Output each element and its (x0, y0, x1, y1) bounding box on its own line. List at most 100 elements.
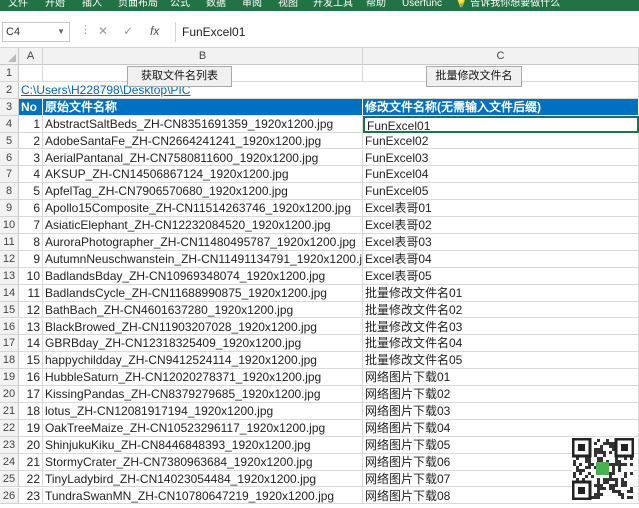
ribbon-tab[interactable]: Userfunc (402, 0, 442, 11)
row-header[interactable]: 8 (0, 183, 19, 201)
row-header[interactable]: 3 (0, 98, 19, 116)
row-header[interactable]: 19 (0, 369, 19, 387)
original-name-cell[interactable]: StormyCrater_ZH-CN7380963684_1920x1200.j… (43, 453, 363, 471)
row-number-cell[interactable]: 11 (19, 284, 43, 302)
row-header[interactable]: 2 (0, 81, 19, 99)
row-header[interactable]: 13 (0, 267, 19, 285)
original-name-cell[interactable]: ShinjukuKiku_ZH-CN8446848393_1920x1200.j… (43, 436, 363, 454)
original-name-cell[interactable]: AutumnNeuschwanstein_ZH-CN11491134791_19… (43, 250, 363, 268)
row-header[interactable]: 12 (0, 250, 19, 268)
row-header[interactable]: 15 (0, 301, 19, 319)
column-header-c[interactable]: C (363, 48, 639, 65)
row-number-cell[interactable]: 21 (19, 453, 43, 471)
formula-input[interactable]: FunExcel01 (175, 22, 637, 42)
new-name-cell[interactable]: Excel表哥02 (363, 217, 639, 234)
row-number-cell[interactable]: 22 (19, 470, 43, 488)
new-name-cell[interactable]: 网络图片下载01 (363, 369, 639, 387)
row-header[interactable]: 26 (0, 487, 19, 505)
new-name-cell[interactable]: 批量修改文件名02 (363, 301, 639, 319)
row-header[interactable]: 17 (0, 335, 19, 353)
new-name-cell[interactable]: FunExcel04 (363, 166, 639, 184)
new-name-cell[interactable]: Excel表哥04 (363, 250, 639, 268)
chevron-down-icon[interactable]: ▼ (57, 23, 65, 41)
row-number-cell[interactable]: 3 (19, 149, 43, 167)
row-number-cell[interactable]: 9 (19, 250, 43, 268)
row-number-cell[interactable]: 7 (19, 217, 43, 234)
row-number-cell[interactable]: 10 (19, 267, 43, 285)
new-name-cell[interactable]: Excel表哥01 (363, 200, 639, 218)
original-name-cell[interactable]: TundraSwanMN_ZH-CN10780647219_1920x1200.… (43, 487, 363, 505)
new-name-cell[interactable]: FunExcel02 (363, 132, 639, 150)
insert-function-icon[interactable]: fx (150, 24, 159, 38)
row-number-cell[interactable]: 16 (19, 369, 43, 387)
batch-rename-button[interactable]: 批量修改文件名 (426, 66, 522, 87)
new-name-cell[interactable]: 网络图片下载03 (363, 403, 639, 420)
original-name-cell[interactable]: AbstractSaltBeds_ZH-CN8351691359_1920x12… (43, 115, 363, 133)
original-name-cell[interactable]: Apollo15Composite_ZH-CN11514263746_1920x… (43, 200, 363, 218)
row-header[interactable]: 14 (0, 284, 19, 302)
tell-me-search[interactable]: 💡 告诉我你想要做什么 (455, 0, 560, 11)
row-header[interactable]: 7 (0, 166, 19, 184)
row-number-cell[interactable]: 8 (19, 234, 43, 251)
get-file-list-button[interactable]: 获取文件名列表 (127, 66, 232, 87)
original-name-cell[interactable]: happychildday_ZH-CN9412524114_1920x1200.… (43, 352, 363, 370)
row-header[interactable]: 16 (0, 318, 19, 336)
new-name-cell[interactable]: Excel表哥03 (363, 234, 639, 251)
row-number-cell[interactable]: 12 (19, 301, 43, 319)
row-number-cell[interactable]: 18 (19, 403, 43, 420)
row-number-cell[interactable]: 17 (19, 386, 43, 403)
row-header[interactable]: 22 (0, 419, 19, 437)
original-name-cell[interactable]: TinyLadybird_ZH-CN14023054484_1920x1200.… (43, 470, 363, 488)
row-number-cell[interactable]: 20 (19, 436, 43, 454)
row-number-cell[interactable]: 15 (19, 352, 43, 370)
ribbon-tab[interactable]: 页面布局 (118, 0, 158, 11)
original-name-cell[interactable]: AerialPantanal_ZH-CN7580811600_1920x1200… (43, 149, 363, 167)
row-number-cell[interactable]: 2 (19, 132, 43, 150)
new-name-cell[interactable]: 批量修改文件名01 (363, 284, 639, 302)
original-name-cell[interactable]: ApfelTag_ZH-CN7906570680_1920x1200.jpg (43, 183, 363, 201)
original-name-cell[interactable]: AuroraPhotographer_ZH-CN11480495787_1920… (43, 234, 363, 251)
row-header[interactable]: 9 (0, 200, 19, 218)
ribbon-tab[interactable]: 开始 (45, 0, 65, 11)
original-name-cell[interactable]: BlackBrowed_ZH-CN11903207028_1920x1200.j… (43, 318, 363, 336)
ribbon-tab[interactable]: 审阅 (242, 0, 262, 11)
row-header[interactable]: 6 (0, 149, 19, 167)
original-name-cell[interactable]: AsiaticElephant_ZH-CN12232084520_1920x12… (43, 217, 363, 234)
new-name-cell[interactable]: 网络图片下载02 (363, 386, 639, 403)
row-number-cell[interactable]: 14 (19, 335, 43, 353)
row-number-cell[interactable]: 13 (19, 318, 43, 336)
ribbon-tab[interactable]: 帮助 (366, 0, 386, 11)
new-name-cell[interactable]: 批量修改文件名05 (363, 352, 639, 370)
new-name-cell[interactable]: FunExcel05 (363, 183, 639, 201)
row-number-cell[interactable]: 23 (19, 487, 43, 505)
original-name-cell[interactable]: BadlandsCycle_ZH-CN11688990875_1920x1200… (43, 284, 363, 302)
row-header[interactable]: 5 (0, 132, 19, 150)
row-number-cell[interactable]: 6 (19, 200, 43, 218)
ribbon-tab[interactable]: 数据 (206, 0, 226, 11)
ribbon-tab[interactable]: 公式 (170, 0, 190, 11)
original-name-cell[interactable]: GBRBday_ZH-CN12318325409_1920x1200.jpg (43, 335, 363, 353)
row-header[interactable]: 23 (0, 436, 19, 454)
name-box[interactable]: C4 ▼ (2, 22, 70, 42)
row-header[interactable]: 1 (0, 65, 19, 82)
original-name-cell[interactable]: OakTreeMaize_ZH-CN10523296117_1920x1200.… (43, 419, 363, 437)
original-name-cell[interactable]: AKSUP_ZH-CN14506867124_1920x1200.jpg (43, 166, 363, 184)
row-number-cell[interactable]: 19 (19, 419, 43, 437)
select-all-corner[interactable] (0, 48, 19, 65)
original-name-cell[interactable]: HubbleSaturn_ZH-CN12020278371_1920x1200.… (43, 369, 363, 387)
original-name-cell[interactable]: lotus_ZH-CN12081917194_1920x1200.jpg (43, 403, 363, 420)
new-name-cell[interactable]: FunExcel03 (363, 149, 639, 167)
row-header[interactable]: 4 (0, 115, 19, 133)
row-header[interactable]: 24 (0, 453, 19, 471)
cell[interactable] (19, 65, 43, 82)
enter-icon[interactable]: ✓ (123, 24, 133, 38)
row-header[interactable]: 10 (0, 217, 19, 234)
new-name-cell[interactable]: 批量修改文件名04 (363, 335, 639, 353)
new-name-cell[interactable]: 批量修改文件名03 (363, 318, 639, 336)
row-number-cell[interactable]: 5 (19, 183, 43, 201)
column-header-a[interactable]: A (19, 48, 43, 65)
ribbon-tab[interactable]: 开发工具 (313, 0, 353, 11)
original-name-cell[interactable]: AdobeSantaFe_ZH-CN2664241241_1920x1200.j… (43, 132, 363, 150)
original-name-cell[interactable]: BathBach_ZH-CN4601637280_1920x1200.jpg (43, 301, 363, 319)
row-header[interactable]: 21 (0, 403, 19, 420)
